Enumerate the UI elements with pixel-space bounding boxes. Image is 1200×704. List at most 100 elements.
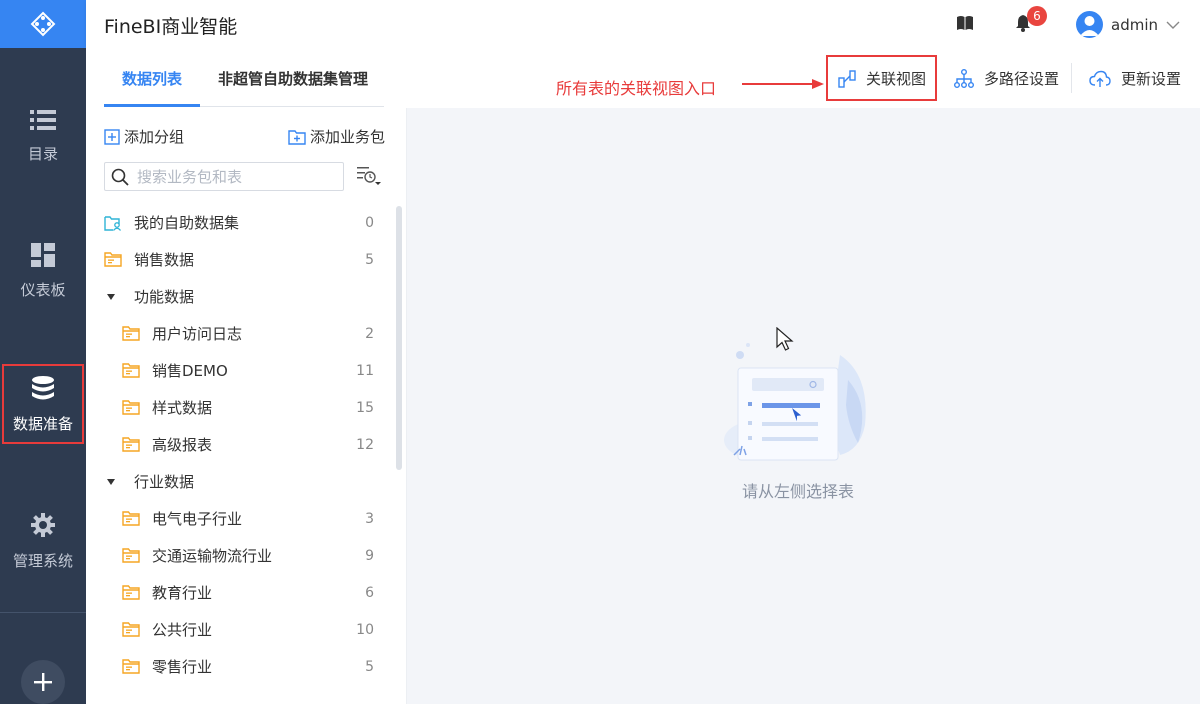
tree-group-label: 行业数据	[134, 473, 195, 491]
tree-scrollbar[interactable]	[396, 206, 402, 470]
book-icon[interactable]	[956, 15, 974, 31]
nav-item-catalog[interactable]: 目录	[0, 96, 86, 176]
top-header: FineBI商业智能 6 admin	[86, 0, 1200, 48]
tree-item-count: 15	[356, 399, 374, 416]
tree-item-count: 3	[365, 510, 374, 527]
annotation-text: 所有表的关联视图入口	[556, 79, 717, 98]
data-list-panel: 数据列表 非超管自助数据集管理 添加分组 添加业务包 搜索业务包和表 我的自助数…	[86, 48, 406, 704]
tree-group-label: 功能数据	[134, 288, 195, 306]
multipath-settings-label: 多路径设置	[984, 70, 1060, 88]
update-settings-button[interactable]: 更新设置	[1089, 68, 1181, 89]
tree-group[interactable]: 行业数据	[86, 463, 396, 500]
empty-state-text: 请从左侧选择表	[742, 482, 855, 501]
tree-group[interactable]: 功能数据	[86, 278, 396, 315]
logo-icon	[30, 11, 56, 37]
nav-item-label: 管理系统	[12, 551, 73, 570]
folder-icon	[122, 585, 140, 600]
cloud-upload-icon	[1089, 70, 1111, 87]
dashboard-icon	[31, 242, 55, 267]
tree-item-count: 5	[365, 658, 374, 675]
tree-item-self-dataset[interactable]: 我的自助数据集 0	[86, 204, 396, 241]
add-group-icon	[104, 128, 120, 145]
tree-item-folder[interactable]: 电气电子行业 3	[86, 500, 396, 537]
panel-tabs: 数据列表 非超管自助数据集管理	[104, 48, 384, 107]
left-nav: 目录 仪表板 数据准备 管理系统	[0, 0, 86, 704]
tree-item-folder[interactable]: 零售行业 5	[86, 648, 396, 685]
folder-icon	[104, 252, 122, 267]
tree-item-folder[interactable]: 公共行业 10	[86, 611, 396, 648]
search-icon	[111, 168, 129, 186]
mouse-cursor-icon	[776, 327, 794, 351]
tree-item-folder[interactable]: 用户访问日志 2	[86, 315, 396, 352]
notification-badge: 6	[1027, 6, 1047, 26]
folder-icon	[122, 437, 140, 452]
tree-item-label: 零售行业	[152, 658, 213, 676]
tree-item-label: 我的自助数据集	[134, 214, 240, 232]
add-button[interactable]	[21, 660, 65, 704]
nav-item-admin[interactable]: 管理系统	[0, 501, 86, 581]
tree-item-label: 教育行业	[152, 584, 213, 602]
add-package-button[interactable]: 添加业务包	[288, 126, 385, 147]
hierarchy-icon	[954, 68, 974, 88]
empty-state-illustration	[724, 343, 866, 461]
tree-item-count: 9	[365, 547, 374, 564]
app-logo[interactable]	[0, 0, 86, 48]
tree-item-label: 公共行业	[152, 621, 213, 639]
plus-icon	[34, 673, 52, 691]
search-box	[104, 162, 344, 191]
tree-item-label: 交通运输物流行业	[152, 547, 273, 565]
nav-divider	[0, 612, 86, 613]
add-group-button[interactable]: 添加分组	[104, 126, 184, 147]
nav-item-label: 数据准备	[12, 414, 73, 433]
chevron-down-icon	[1166, 21, 1180, 29]
tree-item-count: 5	[365, 251, 374, 268]
tree-item-label: 高级报表	[152, 436, 213, 454]
tab-underline	[104, 104, 200, 107]
folder-icon	[122, 400, 140, 415]
tree-item-label: 用户访问日志	[152, 325, 243, 343]
tree-item-label: 销售数据	[134, 251, 195, 269]
tree-item-folder[interactable]: 销售数据 5	[86, 241, 396, 278]
folder-icon	[122, 511, 140, 526]
user-name: admin	[1111, 15, 1158, 34]
caret-down-icon	[107, 478, 115, 485]
user-icon	[1080, 16, 1099, 36]
tree-item-count: 12	[356, 436, 374, 453]
add-group-label: 添加分组	[124, 128, 185, 146]
folder-icon	[122, 659, 140, 674]
update-settings-label: 更新设置	[1121, 70, 1182, 88]
tree-item-count: 10	[356, 621, 374, 638]
multipath-settings-button[interactable]: 多路径设置	[954, 68, 1059, 89]
tree-item-label: 样式数据	[152, 399, 213, 417]
list-icon	[30, 109, 56, 130]
annotation-arrow	[742, 79, 824, 89]
folder-icon	[122, 326, 140, 341]
tab-self-dataset-management[interactable]: 非超管自助数据集管理	[218, 68, 368, 89]
tree-item-count: 6	[365, 584, 374, 601]
database-icon	[32, 375, 54, 399]
nav-item-label: 仪表板	[20, 280, 66, 299]
user-menu[interactable]: admin	[1076, 11, 1180, 38]
folder-icon	[122, 363, 140, 378]
self-dataset-icon	[104, 215, 122, 231]
gear-icon	[31, 512, 55, 537]
tab-data-list[interactable]: 数据列表	[122, 68, 182, 89]
nav-item-data-prep[interactable]: 数据准备	[2, 364, 84, 444]
toolbar-divider	[1071, 63, 1072, 93]
tree-item-folder[interactable]: 教育行业 6	[86, 574, 396, 611]
highlight-box	[826, 55, 937, 101]
app-title: FineBI商业智能	[104, 16, 238, 38]
add-package-icon	[288, 129, 306, 145]
tree-item-folder[interactable]: 高级报表 12	[86, 426, 396, 463]
folder-icon	[122, 622, 140, 637]
tree-item-folder[interactable]: 销售DEMO 11	[86, 352, 396, 389]
tree-item-count: 0	[365, 214, 374, 231]
nav-item-label: 目录	[27, 144, 58, 163]
tree-item-folder[interactable]: 交通运输物流行业 9	[86, 537, 396, 574]
sort-filter-icon[interactable]	[356, 164, 382, 188]
tree-item-folder[interactable]: 样式数据 15	[86, 389, 396, 426]
tree-item-count: 11	[356, 362, 374, 379]
avatar	[1076, 11, 1103, 38]
nav-item-dashboard[interactable]: 仪表板	[0, 231, 86, 311]
search-input[interactable]	[137, 167, 327, 186]
